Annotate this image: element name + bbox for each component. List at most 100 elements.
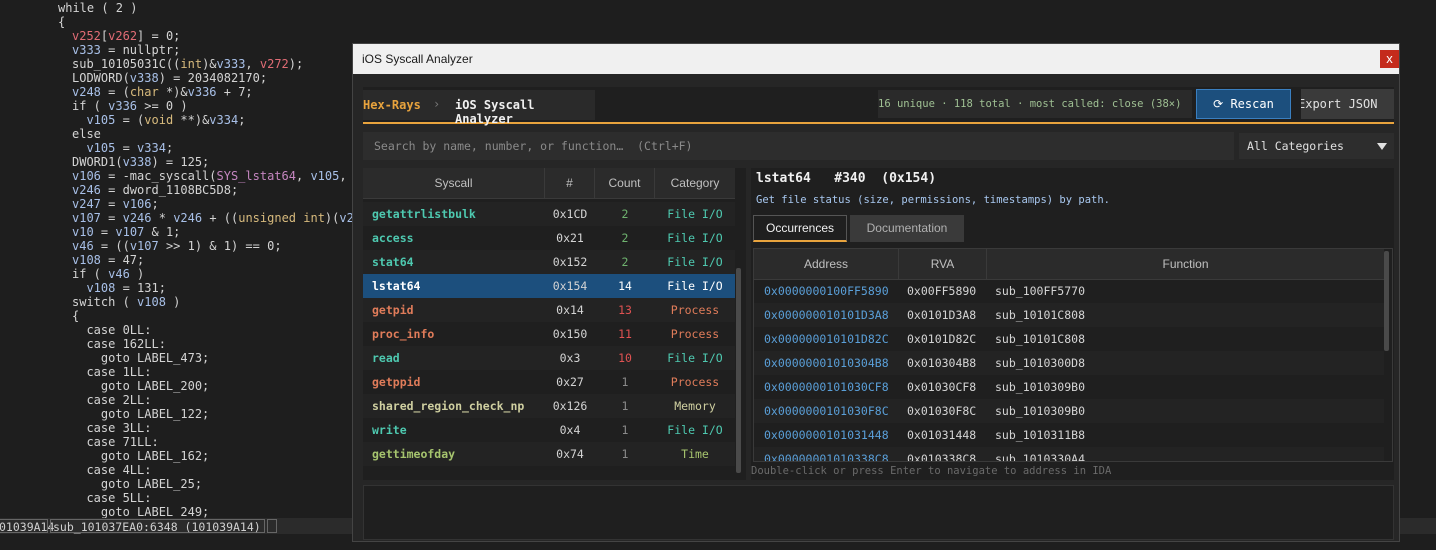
table-row[interactable]: 0x00000001010338C8 0x010338C8 sub_1010330A… xyxy=(754,447,1384,461)
table-row[interactable]: read 0x3 10 File I/O xyxy=(363,346,735,370)
table-row[interactable]: access 0x21 2 File I/O xyxy=(363,226,735,250)
code-line[interactable]: DWORD1(v338) = 125; xyxy=(72,155,209,169)
cell-address[interactable]: 0x00000001010338C8 xyxy=(764,447,889,461)
cell-num: 0x3 xyxy=(559,351,581,365)
code-line[interactable]: case 2LL: xyxy=(72,393,151,407)
code-line[interactable]: goto LABEL_200; xyxy=(72,379,209,393)
code-token: v108 xyxy=(137,295,166,309)
code-line[interactable]: switch ( v108 ) xyxy=(72,295,180,309)
code-line[interactable]: case 1LL: xyxy=(72,365,151,379)
column-header-syscall[interactable]: Syscall xyxy=(363,168,545,198)
code-token: case 2LL: xyxy=(72,393,152,407)
code-line[interactable]: { xyxy=(58,15,65,29)
tab-occurrences[interactable]: Occurrences xyxy=(753,215,847,242)
search-input[interactable] xyxy=(363,132,1234,160)
code-line[interactable]: v333 = nullptr; xyxy=(72,43,180,57)
code-line[interactable]: v105 = (void **)&v334; xyxy=(72,113,245,127)
code-line[interactable]: { xyxy=(72,309,79,323)
code-line[interactable]: v246 = dword_1108BC5D8; xyxy=(72,183,238,197)
syscall-table-header: Syscall # Count Category xyxy=(363,168,735,199)
table-row[interactable]: proc_info 0x150 11 Process xyxy=(363,322,735,346)
table-row[interactable]: getppid 0x27 1 Process xyxy=(363,370,735,394)
code-line[interactable]: v252[v262] = 0; xyxy=(72,29,180,43)
code-line[interactable]: v106 = -mac_syscall(SYS_lstat64, v105, ( xyxy=(72,169,361,183)
code-line[interactable]: case 0LL: xyxy=(72,323,151,337)
code-line[interactable]: goto LABEL_25; xyxy=(72,477,202,491)
code-token: goto LABEL_200; xyxy=(72,379,210,393)
code-line[interactable]: case 4LL: xyxy=(72,463,151,477)
code-line[interactable]: case 71LL: xyxy=(72,435,158,449)
column-header-number[interactable]: # xyxy=(545,168,595,198)
code-line[interactable]: if ( v46 ) xyxy=(72,267,144,281)
cell-address[interactable]: 0x000000010101D82C xyxy=(764,327,889,351)
table-row[interactable]: getattrlistbulk 0x1CD 2 File I/O xyxy=(363,202,735,226)
code-line[interactable]: goto LABEL_122; xyxy=(72,407,209,421)
code-line[interactable]: while ( 2 ) xyxy=(58,1,137,15)
cell-address[interactable]: 0x0000000101031448 xyxy=(764,423,889,447)
cell-address[interactable]: 0x0000000100FF5890 xyxy=(764,279,889,303)
code-line[interactable]: case 5LL: xyxy=(72,491,151,505)
table-row[interactable]: write 0x4 1 File I/O xyxy=(363,418,735,442)
code-token: = (( xyxy=(93,239,130,253)
cell-address[interactable]: 0x00000001010304B8 xyxy=(764,351,889,375)
rescan-button[interactable]: ⟳ Rescan xyxy=(1196,89,1291,119)
cell-category: File I/O xyxy=(667,231,723,245)
code-line[interactable]: if ( v336 >= 0 ) xyxy=(72,99,188,113)
cell-address[interactable]: 0x000000010101D3A8 xyxy=(764,303,889,327)
code-line[interactable]: v105 = v334; xyxy=(72,141,173,155)
occurrences-scrollbar[interactable] xyxy=(1384,251,1389,351)
code-line[interactable]: v108 = 47; xyxy=(72,253,144,267)
table-row[interactable]: stat64 0x152 2 File I/O xyxy=(363,250,735,274)
code-line[interactable]: v108 = 131; xyxy=(72,281,165,295)
code-line[interactable]: goto LABEL_249; xyxy=(72,505,209,518)
table-row[interactable]: 0x00000001010304B8 0x010304B8 sub_1010300D… xyxy=(754,351,1384,375)
code-line[interactable]: v107 = v246 * v246 + ((unsigned int)(v24 xyxy=(72,211,361,225)
cell-num: 0x74 xyxy=(556,447,584,461)
table-row-selected[interactable]: lstat64 0x154 14 File I/O xyxy=(363,274,735,298)
code-line[interactable]: v248 = (char *)&v336 + 7; xyxy=(72,85,253,99)
code-line[interactable]: v46 = ((v107 >> 1) & 1) == 0; xyxy=(72,239,282,253)
cell-rva: 0x01031448 xyxy=(907,428,977,442)
column-header-count[interactable]: Count xyxy=(595,168,655,198)
code-line[interactable]: case 162LL: xyxy=(72,337,165,351)
code-line[interactable]: LODWORD(v338) = 2034082170; xyxy=(72,71,267,85)
table-row[interactable]: getpid 0x14 13 Process xyxy=(363,298,735,322)
table-row[interactable]: gettimeofday 0x74 1 Time xyxy=(363,442,735,466)
code-token: v246 xyxy=(72,183,101,197)
column-header-category[interactable]: Category xyxy=(655,168,735,198)
code-token: & 1; xyxy=(144,225,181,239)
breadcrumb-root[interactable]: Hex-Rays xyxy=(363,98,421,112)
close-button[interactable]: x xyxy=(1380,50,1399,68)
category-dropdown[interactable]: All Categories xyxy=(1239,133,1394,159)
code-line[interactable]: else xyxy=(72,127,101,141)
code-line[interactable]: case 3LL: xyxy=(72,421,151,435)
cell-address[interactable]: 0x0000000101030F8C xyxy=(764,399,889,423)
cell-count: 1 xyxy=(621,399,629,413)
column-header-address[interactable]: Address xyxy=(754,249,899,279)
table-row[interactable]: 0x000000010101D3A8 0x0101D3A8 sub_10101C80… xyxy=(754,303,1384,327)
column-header-rva[interactable]: RVA xyxy=(899,249,987,279)
table-row[interactable]: 0x000000010101D82C 0x0101D82C sub_10101C80… xyxy=(754,327,1384,351)
dialog-titlebar[interactable]: iOS Syscall Analyzer x xyxy=(353,44,1399,74)
table-row[interactable]: 0x0000000101030F8C 0x01030F8C sub_1010309B… xyxy=(754,399,1384,423)
code-token: v334 xyxy=(209,113,239,127)
code-line[interactable]: sub_10105031C((int)&v333, v272); xyxy=(72,57,303,71)
code-line[interactable]: goto LABEL_162; xyxy=(72,449,209,463)
cell-address[interactable]: 0x0000000101030CF8 xyxy=(764,375,889,399)
table-row[interactable]: shared_region_check_np 0x126 1 Memory xyxy=(363,394,735,418)
code-token: v334 xyxy=(137,141,166,155)
tab-documentation[interactable]: Documentation xyxy=(850,215,964,242)
code-line[interactable]: goto LABEL_473; xyxy=(72,351,209,365)
code-line[interactable]: v247 = v106; xyxy=(72,197,159,211)
syscall-table-scrollbar[interactable] xyxy=(736,268,741,473)
cell-category: Process xyxy=(670,303,720,317)
table-row[interactable]: 0x0000000100FF5890 0x00FF5890 sub_100FF577… xyxy=(754,279,1384,303)
table-row[interactable]: 0x0000000101031448 0x01031448 sub_1010311B… xyxy=(754,423,1384,447)
export-json-button[interactable]: Export JSON xyxy=(1301,89,1394,119)
table-row[interactable]: 0x0000000101030CF8 0x01030CF8 sub_1010309B… xyxy=(754,375,1384,399)
cell-count: 14 xyxy=(618,279,632,293)
cell-count: 13 xyxy=(618,303,632,317)
column-header-function[interactable]: Function xyxy=(987,249,1384,279)
code-line[interactable]: v10 = v107 & 1; xyxy=(72,225,180,239)
